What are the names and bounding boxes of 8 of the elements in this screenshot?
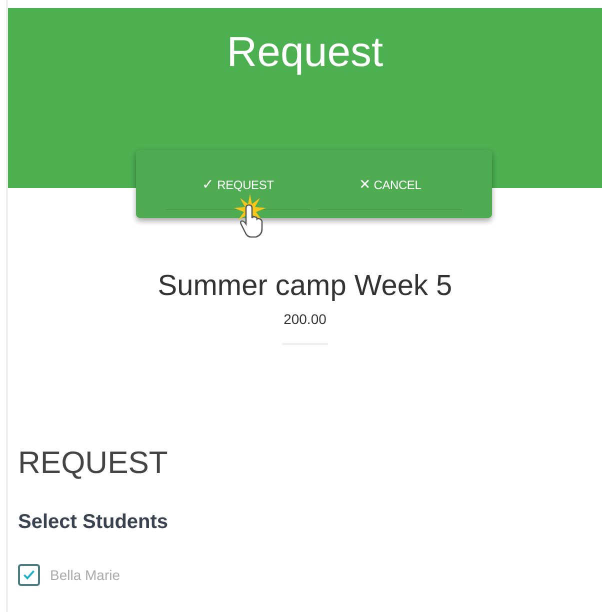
page-title: Request	[226, 28, 384, 77]
action-button[interactable]: ✕ CANCEL	[318, 158, 462, 210]
product-name: Summer camp Week 5	[158, 270, 452, 303]
checkbox[interactable]	[18, 564, 40, 586]
product-price: 200.00	[284, 311, 326, 327]
section-heading: REQUEST	[18, 445, 169, 481]
section-subheading: Select Students	[18, 511, 170, 534]
student-name: Bella Marie	[50, 567, 120, 583]
